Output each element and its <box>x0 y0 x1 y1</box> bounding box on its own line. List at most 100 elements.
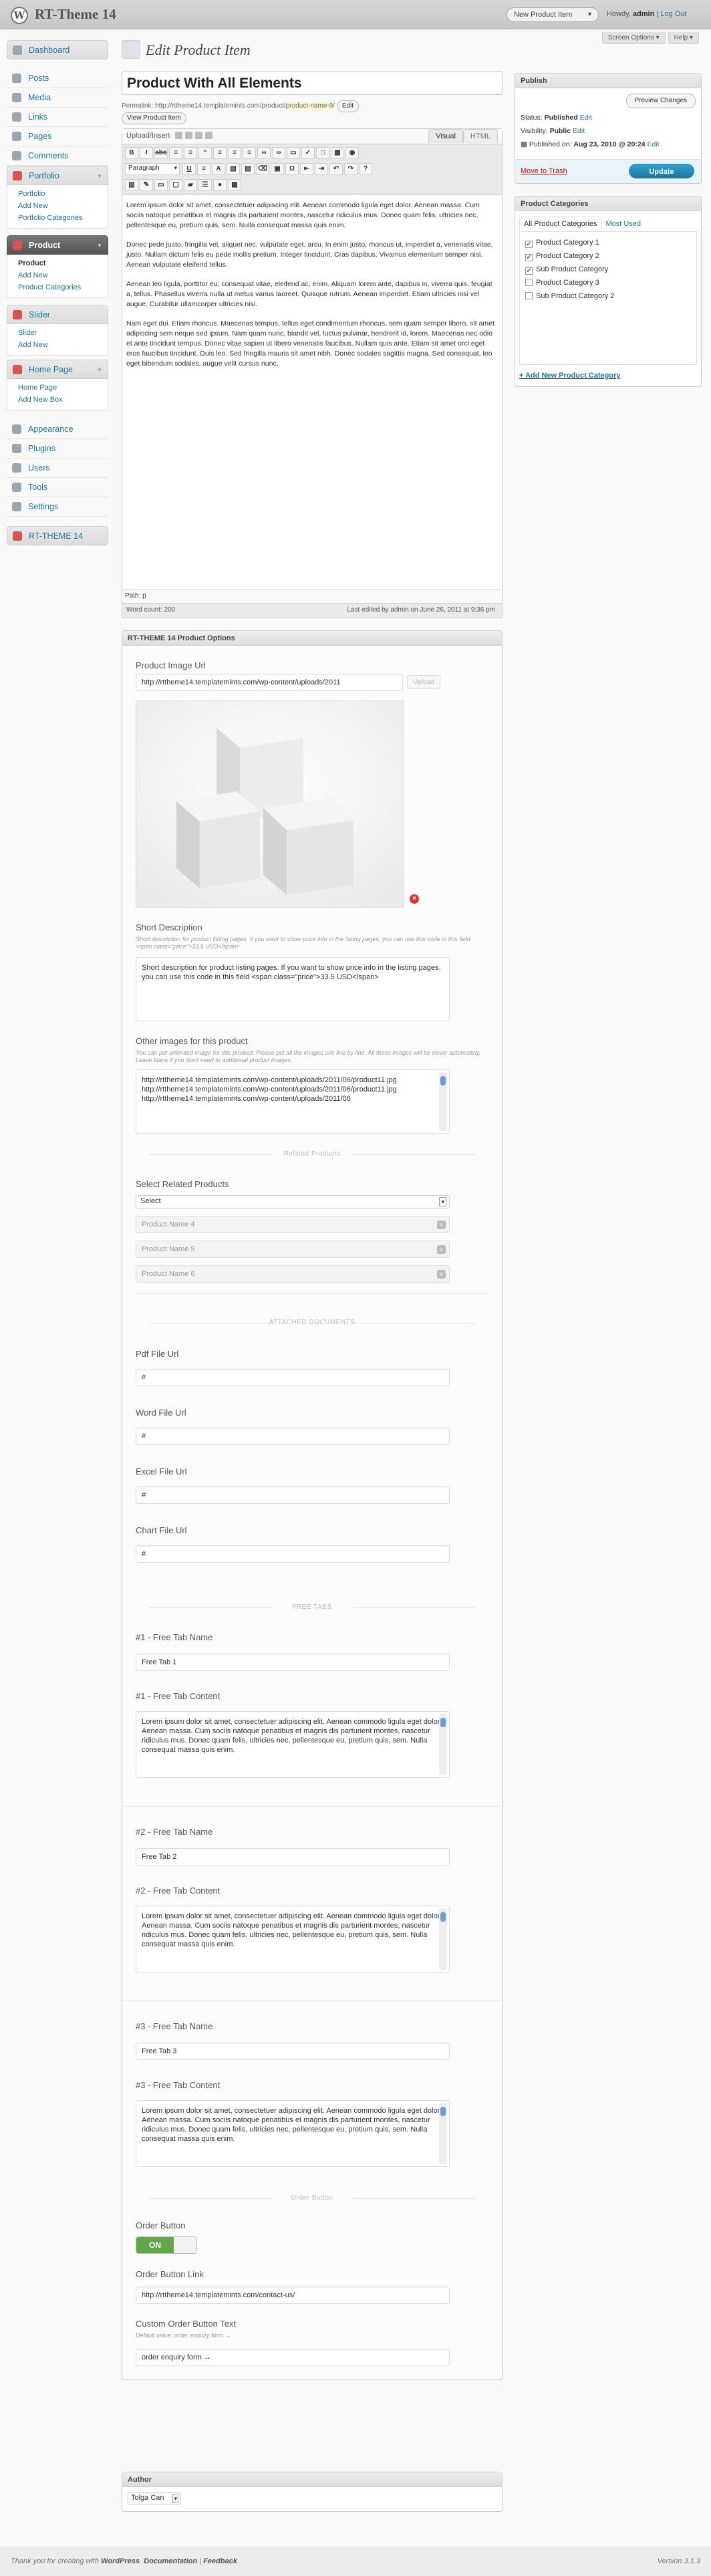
menu-product[interactable]: Product ▼ <box>7 235 108 255</box>
button-shortcode-icon[interactable]: ▭ <box>154 179 168 191</box>
word-url-input[interactable]: # <box>136 1428 450 1445</box>
category-checkbox[interactable] <box>525 292 533 299</box>
column-icon[interactable]: ▥ <box>125 179 138 191</box>
pdf-url-input[interactable]: # <box>136 1369 450 1386</box>
strikethrough-icon[interactable]: abc <box>154 147 168 159</box>
insert-link-icon[interactable]: ∞ <box>257 147 271 159</box>
remove-icon[interactable]: x <box>437 1220 446 1229</box>
submenu-item[interactable]: Product Categories <box>7 281 108 293</box>
list-shortcode-icon[interactable]: ☰ <box>198 179 212 191</box>
wordpress-logo-icon[interactable]: W <box>11 7 28 24</box>
category-checkbox[interactable] <box>525 279 533 286</box>
menu-slider[interactable]: Slider <box>7 305 108 324</box>
tab-visual[interactable]: Visual <box>428 129 464 143</box>
remove-image-icon[interactable]: × <box>410 894 419 904</box>
add-new-category-link[interactable]: + Add New Product Category <box>519 372 697 380</box>
remove-format-icon[interactable]: ⌫ <box>256 163 269 175</box>
permalink-slug[interactable]: product-name-9 <box>285 102 333 110</box>
text-color-icon[interactable]: A <box>212 163 225 175</box>
user-profile-link[interactable]: admin <box>633 10 654 18</box>
wordpress-link[interactable]: WordPress <box>101 2557 140 2565</box>
move-to-trash-link[interactable]: Move to Trash <box>521 167 567 175</box>
editor-content[interactable]: Lorem ipsum dolor sit amet, consectetuer… <box>122 195 502 590</box>
related-product-item[interactable]: Product Name 5 x <box>136 1241 450 1258</box>
submenu-item[interactable]: Add New <box>7 200 108 212</box>
numbered-list-icon[interactable]: ≡ <box>184 147 197 159</box>
submenu-item[interactable]: Add New Box <box>7 394 108 406</box>
underline-icon[interactable]: U <box>182 163 196 175</box>
submenu-item[interactable]: Home Page <box>7 382 108 394</box>
badge-shortcode-icon[interactable]: ● <box>213 179 227 191</box>
order-link-input[interactable]: http://rttheme14.templatemints.com/conta… <box>136 2287 450 2304</box>
free-tab-name-input[interactable]: Free Tab 3 <box>136 2043 450 2060</box>
format-select[interactable]: Paragraph <box>125 163 180 175</box>
free-tab-content-textarea[interactable]: Lorem ipsum dolor sit amet, consectetuer… <box>136 1711 450 1778</box>
spellcheck-icon[interactable]: ✓ <box>301 147 315 159</box>
post-title-input[interactable]: Product With All Elements <box>122 71 503 95</box>
menu-tools[interactable]: Tools <box>7 478 108 497</box>
logout-link[interactable]: Log Out <box>660 10 686 18</box>
align-right-icon[interactable]: ≡ <box>243 147 256 159</box>
add-video-icon[interactable] <box>184 132 192 139</box>
related-product-item[interactable]: Product Name 6 x <box>136 1265 450 1283</box>
tab-most-used[interactable]: Most Used <box>601 217 645 231</box>
shortcodes-icon[interactable]: ◉ <box>345 147 359 159</box>
submenu-item[interactable]: Portfolio <box>7 188 108 200</box>
menu-rt-theme[interactable]: RT-THEME 14 <box>7 526 108 545</box>
media-embed-icon[interactable]: ▣ <box>271 163 284 175</box>
align-center-icon[interactable]: ≡ <box>228 147 241 159</box>
view-product-button[interactable]: View Product Item <box>122 112 186 124</box>
submenu-item[interactable]: Portfolio Categories <box>7 212 108 224</box>
menu-portfolio[interactable]: Portfolio ▼ <box>7 166 108 185</box>
edit-visibility-link[interactable]: Edit <box>573 127 585 135</box>
outdent-icon[interactable]: ⇤ <box>300 163 313 175</box>
category-item[interactable]: ✓ Sub Product Category <box>525 263 691 276</box>
order-button-toggle[interactable]: ON <box>136 2236 197 2254</box>
folder-shortcode-icon[interactable]: ▰ <box>184 179 197 191</box>
edit-date-link[interactable]: Edit <box>647 140 659 148</box>
scrollbar[interactable] <box>439 1072 447 1131</box>
excel-url-input[interactable]: # <box>136 1487 450 1504</box>
tab-html[interactable]: HTML <box>463 129 498 143</box>
scrollbar[interactable] <box>439 2103 447 2164</box>
undo-icon[interactable]: ↶ <box>329 163 343 175</box>
help-tab[interactable]: Help ▾ <box>668 32 699 44</box>
category-item[interactable]: ✓ Product Category 2 <box>525 249 691 263</box>
remove-icon[interactable]: x <box>437 1270 446 1279</box>
justify-icon[interactable]: ≡ <box>197 163 210 175</box>
free-tab-name-input[interactable]: Free Tab 1 <box>136 1654 450 1671</box>
update-button[interactable]: Update <box>629 164 694 178</box>
author-select[interactable]: Tolga Can ▾ <box>128 2492 181 2504</box>
image-url-input[interactable]: http://rttheme14.templatemints.com/wp-co… <box>136 674 403 691</box>
menu-users[interactable]: Users <box>7 459 108 478</box>
bold-icon[interactable]: B <box>125 147 138 159</box>
unlink-icon[interactable]: ∞ <box>272 147 285 159</box>
other-images-textarea[interactable]: http://rttheme14.templatemints.com/wp-co… <box>136 1069 450 1134</box>
menu-media[interactable]: Media <box>7 88 108 108</box>
custom-order-text-input[interactable]: order enquiry form → <box>136 2349 450 2366</box>
favorite-actions-dropdown[interactable]: New Product Item ▼ <box>507 7 599 22</box>
menu-toggle-icon[interactable]: ▼ <box>97 236 102 255</box>
menu-appearance[interactable]: Appearance <box>7 420 108 439</box>
site-name[interactable]: RT-Theme 14 <box>35 6 116 23</box>
menu-toggle-icon[interactable]: ▼ <box>97 360 102 380</box>
gallery-shortcode-icon[interactable]: ▦ <box>228 179 241 191</box>
menu-pages[interactable]: Pages <box>7 127 108 146</box>
short-description-textarea[interactable]: Short description for product listing pa… <box>136 957 450 1021</box>
documentation-link[interactable]: Documentation <box>144 2557 197 2565</box>
add-new-category-text[interactable]: + Add New Product Category <box>519 372 620 380</box>
redo-icon[interactable]: ↷ <box>344 163 358 175</box>
bullet-list-icon[interactable]: ≡ <box>169 147 182 159</box>
pencil-icon[interactable]: ✎ <box>140 179 153 191</box>
preview-changes-button[interactable]: Preview Changes <box>625 94 696 108</box>
submenu-item[interactable]: Add New <box>7 269 108 281</box>
italic-icon[interactable]: I <box>140 147 153 159</box>
menu-dashboard[interactable]: Dashboard <box>7 40 108 59</box>
help-icon[interactable]: ? <box>359 163 372 175</box>
feedback-link[interactable]: Feedback <box>203 2557 237 2565</box>
special-char-icon[interactable]: Ω <box>285 163 299 175</box>
remove-icon[interactable]: x <box>437 1245 446 1254</box>
paste-word-icon[interactable]: ▤ <box>241 163 255 175</box>
menu-posts[interactable]: Posts <box>7 69 108 88</box>
related-products-select[interactable]: Select ▾ <box>136 1195 450 1208</box>
